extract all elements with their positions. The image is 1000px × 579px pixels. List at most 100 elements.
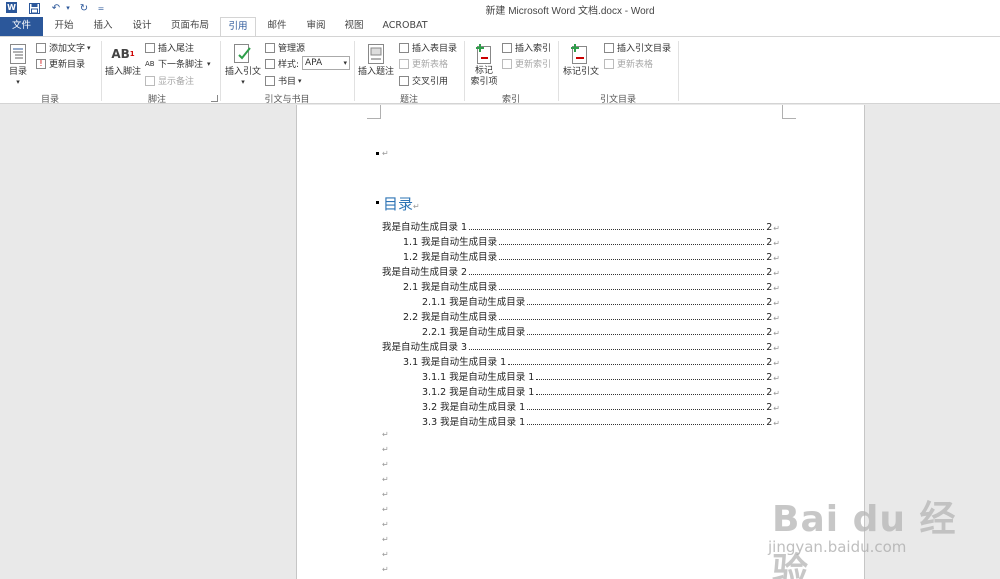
toc-group-label: 目录	[40, 95, 59, 105]
toc-entry[interactable]: 3.1.1 我是自动生成目录 1 2 ↵	[422, 368, 780, 383]
toc-dropdown-icon[interactable]: ▾	[4, 77, 32, 88]
toa-group-label: 引文目录	[599, 95, 636, 105]
insert-footnote-button[interactable]: 插入脚注	[103, 67, 143, 78]
toc-entry[interactable]: 2.1.1 我是自动生成目录 2 ↵	[422, 293, 780, 308]
update-index-button[interactable]: 更新索引	[502, 57, 551, 70]
paragraph-mark: ↵	[382, 520, 389, 529]
footnotes-dialog-launcher-icon[interactable]	[211, 95, 218, 102]
insert-toa-button[interactable]: 插入引文目录	[604, 41, 671, 54]
update-toa-button[interactable]: 更新表格	[604, 57, 653, 70]
save-icon[interactable]	[28, 1, 40, 15]
toc-heading[interactable]: 目录↵	[383, 193, 420, 214]
paragraph-mark: ↵	[382, 505, 389, 514]
toc-entry[interactable]: 3.1 我是自动生成目录 1 2 ↵	[403, 353, 780, 368]
manage-sources-label: 管理源	[278, 44, 306, 54]
tab-home[interactable]: 开始	[48, 17, 80, 36]
undo-dropdown-icon[interactable]: ▾	[64, 1, 72, 15]
toc-entry-text: 2.2 我是自动生成目录	[403, 312, 498, 323]
tab-design[interactable]: 设计	[126, 17, 158, 36]
manage-sources-icon	[265, 42, 275, 53]
table-of-contents-icon[interactable]	[9, 43, 27, 65]
toc-entry[interactable]: 2.2 我是自动生成目录 2 ↵	[403, 308, 780, 323]
toc-entry-page: 2	[766, 342, 773, 353]
toc-entry[interactable]: 我是自动生成目录 2 2 ↵	[382, 263, 780, 278]
leader-dots	[527, 334, 765, 335]
toc-entry-text: 2.1 我是自动生成目录	[403, 282, 498, 293]
toc-entry-text: 2.1.1 我是自动生成目录	[422, 297, 526, 308]
update-toa-label: 更新表格	[617, 60, 654, 70]
mark-entry-icon[interactable]	[474, 41, 494, 65]
mark-citation-icon[interactable]	[568, 41, 590, 65]
toc-entry-page: 2	[766, 312, 773, 323]
next-footnote-label: 下一条脚注	[158, 60, 204, 70]
toc-entry-page: 2	[766, 267, 773, 278]
toc-entry[interactable]: 1.1 我是自动生成目录 2 ↵	[403, 233, 780, 248]
customize-quick-access-button[interactable]: =	[96, 1, 106, 15]
insert-caption-icon[interactable]	[367, 43, 385, 65]
toc-entry[interactable]: 2.1 我是自动生成目录 2 ↵	[403, 278, 780, 293]
update-toc-button[interactable]: ! 更新目录	[36, 57, 85, 70]
toc-entry[interactable]: 3.1.2 我是自动生成目录 1 2 ↵	[422, 383, 780, 398]
tab-mailings[interactable]: 邮件	[261, 17, 293, 36]
tab-review[interactable]: 审阅	[300, 17, 332, 36]
word-icon[interactable]: W	[6, 2, 17, 13]
insert-footnote-icon[interactable]: AB 1	[110, 43, 136, 65]
update-table-figures-button[interactable]: 更新表格	[399, 57, 448, 70]
paragraph-mark: ↵	[382, 149, 389, 158]
insert-table-of-figures-label: 插入表目录	[412, 44, 458, 54]
insert-caption-button[interactable]: 插入题注	[356, 67, 396, 78]
paragraph-mark: ↵	[773, 284, 780, 293]
redo-icon[interactable]: ↻	[78, 1, 90, 15]
leader-dots	[469, 274, 765, 275]
undo-icon[interactable]: ↶	[50, 1, 62, 15]
insert-index-label: 插入索引	[515, 44, 552, 54]
tab-insert[interactable]: 插入	[87, 17, 119, 36]
tab-file[interactable]: 文件	[0, 17, 43, 36]
paragraph-mark: ↵	[382, 535, 389, 544]
show-notes-button[interactable]: 显示备注	[145, 74, 194, 87]
tab-acrobat[interactable]: ACROBAT	[378, 17, 432, 36]
insert-table-of-figures-button[interactable]: 插入表目录	[399, 41, 457, 54]
style-icon	[265, 58, 275, 69]
tab-view[interactable]: 视图	[338, 17, 370, 36]
crop-mark	[367, 105, 381, 119]
paragraph-mark: ↵	[773, 389, 780, 398]
leader-dots	[499, 259, 765, 260]
captions-group-label: 题注	[399, 95, 418, 105]
toc-entry-page: 2	[766, 402, 773, 413]
mark-entry-button-line2[interactable]: 索引项	[466, 77, 502, 88]
mark-entry-button-line1[interactable]: 标记	[466, 66, 502, 77]
cross-reference-button[interactable]: 交叉引用	[399, 74, 448, 87]
manage-sources-button[interactable]: 管理源	[265, 41, 305, 54]
insert-endnote-button[interactable]: 插入尾注	[145, 41, 194, 54]
update-index-label: 更新索引	[515, 60, 552, 70]
show-notes-label: 显示备注	[158, 77, 195, 87]
insert-index-button[interactable]: 插入索引	[502, 41, 551, 54]
toc-entry[interactable]: 1.2 我是自动生成目录 2 ↵	[403, 248, 780, 263]
insert-toa-label: 插入引文目录	[617, 44, 672, 54]
add-text-button[interactable]: 添加文字 ▾	[36, 41, 91, 54]
insert-citation-dropdown-icon[interactable]: ▾	[222, 77, 264, 88]
cross-reference-label: 交叉引用	[412, 77, 449, 87]
mark-citation-button[interactable]: 标记引文	[560, 67, 602, 78]
update-index-icon	[502, 58, 512, 69]
toc-entry[interactable]: 2.2.1 我是自动生成目录 2 ↵	[422, 323, 780, 338]
toc-entry[interactable]: 我是自动生成目录 1 2 ↵	[382, 218, 780, 233]
citation-style-select[interactable]: APA ▾	[302, 56, 350, 70]
toc-entry-text: 1.2 我是自动生成目录	[403, 252, 498, 263]
next-footnote-button[interactable]: AB 下一条脚注 ▾	[145, 57, 211, 71]
insert-citation-icon[interactable]	[233, 43, 253, 65]
tab-page-layout[interactable]: 页面布局	[166, 17, 214, 36]
paragraph-mark: ↵	[773, 374, 780, 383]
paragraph-mark: ↵	[773, 239, 780, 248]
update-toc-label: 更新目录	[49, 60, 86, 70]
toc-entry[interactable]: 3.3 我是自动生成目录 1 2 ↵	[422, 413, 780, 428]
toc-entry[interactable]: 我是自动生成目录 3 2 ↵	[382, 338, 780, 353]
toc-entry[interactable]: 3.2 我是自动生成目录 1 2 ↵	[422, 398, 780, 413]
watermark-url: jingyan.baidu.com	[768, 538, 907, 556]
toc-entry-page: 2	[766, 237, 773, 248]
tab-references[interactable]: 引用	[220, 17, 256, 37]
bibliography-button[interactable]: 书目 ▾	[265, 74, 302, 87]
toc-entry-page: 2	[766, 282, 773, 293]
paragraph-mark: ↵	[382, 550, 389, 559]
